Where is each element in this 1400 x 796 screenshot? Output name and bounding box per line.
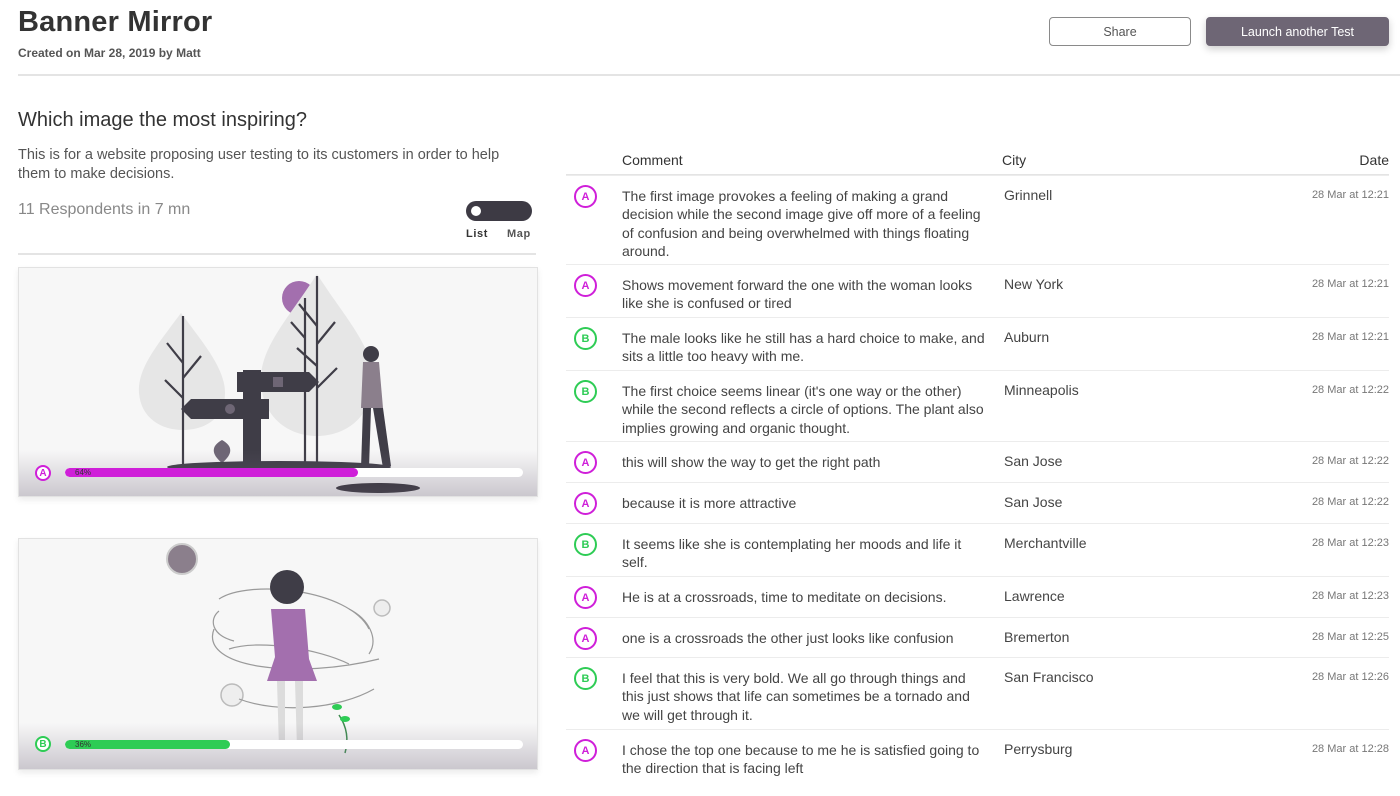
date-text: 28 Mar at 12:21: [1311, 189, 1389, 201]
comment-text: because it is more attractive: [622, 495, 797, 511]
choice-badge: A: [574, 739, 597, 762]
option-a-vote-fill: 64%: [65, 468, 359, 477]
city-text: Lawrence: [1004, 588, 1065, 604]
choice-badge: A: [574, 627, 597, 650]
table-row: Aone is a crossroads the other just look…: [566, 617, 1389, 658]
table-row: A He is at a crossroads, time to meditate…: [566, 576, 1389, 618]
date-text: 28 Mar at 12:23: [1311, 537, 1389, 549]
comment-text: He is at a crossroads, time to meditate …: [622, 589, 947, 605]
toggle-map-label[interactable]: Map: [507, 228, 531, 240]
city-text: Auburn: [1004, 329, 1050, 345]
option-a-badge: A: [35, 465, 51, 481]
option-b-percent: 36%: [75, 740, 92, 749]
comment-text: The first image provokes a feeling of ma…: [622, 188, 981, 259]
date-text: 28 Mar at 12:22: [1311, 455, 1389, 467]
option-a-card[interactable]: A 64%: [18, 267, 538, 497]
date-text: 28 Mar at 12:25: [1311, 631, 1389, 643]
table-row: A I chose the top one because to me he is…: [566, 729, 1389, 785]
toggle-knob: [471, 206, 481, 216]
comment-text: The male looks like he still has a hard …: [622, 330, 985, 365]
choice-badge: B: [574, 533, 597, 556]
choice-badge: B: [574, 667, 597, 690]
comment-text: one is a crossroads the other just looks…: [622, 630, 954, 646]
comment-text: Shows movement forward the one with the …: [622, 277, 973, 312]
city-text: Perrysburg: [1004, 741, 1073, 757]
comment-text: It seems like she is contemplating her m…: [622, 536, 962, 571]
city-text: San Jose: [1004, 494, 1063, 510]
choice-badge: B: [574, 380, 597, 403]
date-text: 28 Mar at 12:23: [1311, 590, 1389, 602]
option-b-vote-bar: 36%: [65, 740, 523, 749]
test-description: This is for a website proposing user tes…: [18, 147, 500, 182]
table-row: Abecause it is more attractive San Jose 28…: [566, 482, 1389, 524]
date-text: 28 Mar at 12:22: [1311, 384, 1389, 396]
table-row: B The male looks like he still has a hard…: [566, 317, 1389, 371]
column-header-comment[interactable]: Comment: [622, 152, 683, 168]
choice-badge: A: [574, 274, 597, 297]
launch-another-test-button[interactable]: Launch another Test: [1206, 17, 1389, 46]
comment-text: this will show the way to get the right …: [622, 454, 881, 470]
left-divider: [18, 253, 536, 255]
comment-text: I feel that this is very bold. We all go…: [622, 670, 970, 723]
city-text: Minneapolis: [1004, 382, 1079, 398]
page-title: Banner Mirror: [18, 6, 213, 38]
city-text: San Jose: [1004, 453, 1063, 469]
date-text: 28 Mar at 12:28: [1311, 743, 1389, 755]
option-b-vote-fill: 36%: [65, 740, 230, 749]
option-b-card[interactable]: B 36%: [18, 538, 538, 770]
option-a-vote-bar: 64%: [65, 468, 523, 477]
date-text: 28 Mar at 12:21: [1311, 331, 1389, 343]
option-a-percent: 64%: [75, 468, 92, 477]
table-row: B It seems like she is contemplating her …: [566, 523, 1389, 577]
option-b-badge: B: [35, 736, 51, 752]
table-row: A Shows movement forward the one with the…: [566, 264, 1389, 318]
date-text: 28 Mar at 12:26: [1311, 671, 1389, 683]
share-button[interactable]: Share: [1049, 17, 1191, 46]
choice-badge: B: [574, 327, 597, 350]
choice-badge: A: [574, 492, 597, 515]
test-question: Which image the most inspiring?: [18, 109, 308, 131]
column-header-date[interactable]: Date: [1359, 152, 1389, 168]
created-info: Created on Mar 28, 2019 by Matt: [18, 46, 201, 60]
header-divider: [18, 74, 1400, 76]
choice-badge: A: [574, 185, 597, 208]
city-text: New York: [1004, 276, 1064, 292]
table-row: B The first choice seems linear (it's one…: [566, 370, 1389, 442]
date-text: 28 Mar at 12:21: [1311, 278, 1389, 290]
toggle-list-label[interactable]: List: [466, 228, 488, 240]
table-row: B I feel that this is very bold. We all g…: [566, 657, 1389, 730]
list-map-toggle[interactable]: [466, 201, 532, 221]
city-text: Bremerton: [1004, 629, 1070, 645]
city-text: San Francisco: [1004, 669, 1094, 685]
column-header-city[interactable]: City: [1002, 152, 1026, 168]
table-row: Athis will show the way to get the right…: [566, 441, 1389, 483]
city-text: Merchantville: [1004, 535, 1087, 551]
table-row: A The first image provokes a feeling of m…: [566, 175, 1389, 265]
date-text: 28 Mar at 12:22: [1311, 496, 1389, 508]
choice-badge: A: [574, 451, 597, 474]
comment-text: The first choice seems linear (it's one …: [622, 383, 984, 436]
city-text: Grinnell: [1004, 187, 1053, 203]
choice-badge: A: [574, 586, 597, 609]
comment-text: I chose the top one because to me he is …: [622, 742, 980, 777]
respondents-count: 11 Respondents in 7 mn: [18, 201, 191, 218]
